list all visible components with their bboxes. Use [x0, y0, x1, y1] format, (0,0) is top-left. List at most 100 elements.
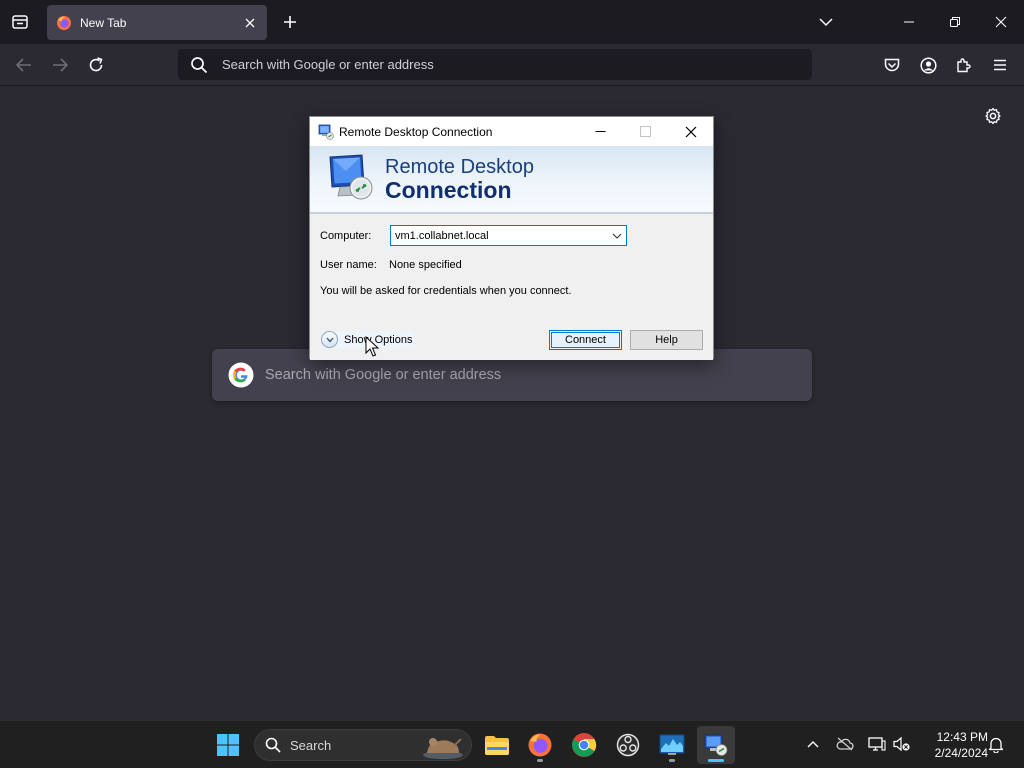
running-indicator [537, 759, 543, 762]
plus-icon [284, 16, 296, 28]
forward-arrow-icon [53, 58, 68, 72]
google-logo-icon [228, 362, 254, 388]
dialog-titlebar[interactable]: Remote Desktop Connection [310, 117, 713, 146]
banner-title-line1: Remote Desktop [385, 156, 534, 178]
forward-button[interactable] [46, 51, 74, 79]
hamburger-menu-icon [994, 59, 1006, 71]
dialog-maximize-button[interactable] [623, 117, 668, 146]
close-window-button[interactable] [987, 8, 1015, 36]
active-indicator [708, 759, 724, 762]
pocket-button[interactable] [878, 51, 906, 79]
volume-tray-button[interactable] [891, 733, 913, 755]
notifications-button[interactable] [985, 733, 1007, 755]
connect-button-label: Connect [565, 334, 606, 346]
taskbar-obs-studio[interactable] [609, 726, 647, 764]
url-bar[interactable]: Search with Google or enter address [178, 49, 812, 80]
connect-button[interactable]: Connect [549, 330, 622, 350]
username-value: None specified [389, 259, 462, 271]
clock-date: 2/24/2024 [934, 746, 988, 760]
obs-icon [616, 733, 640, 757]
folder-icon [485, 736, 509, 755]
back-arrow-icon [16, 58, 31, 72]
close-icon [685, 126, 696, 137]
close-icon [245, 18, 255, 27]
taskbar-resource-monitor[interactable] [653, 726, 691, 764]
tab-close-button[interactable] [240, 13, 260, 33]
newtab-settings-button[interactable] [981, 104, 1005, 128]
dialog-banner: Remote Desktop Connection [310, 146, 713, 214]
computer-label: Computer: [320, 230, 372, 242]
account-icon [919, 56, 937, 74]
taskbar-firefox[interactable] [521, 726, 559, 764]
network-monitor-icon [868, 737, 886, 751]
credentials-info-text: You will be asked for credentials when y… [320, 285, 572, 297]
pocket-icon [884, 58, 900, 71]
dialog-minimize-button[interactable] [578, 117, 623, 146]
taskbar-search[interactable]: Search [254, 729, 472, 761]
restore-window-button[interactable] [941, 8, 969, 36]
taskbar-chrome[interactable] [565, 726, 603, 764]
tab-new-tab[interactable]: New Tab [47, 5, 267, 40]
close-icon [995, 16, 1007, 28]
mouse-cursor-icon [365, 336, 379, 357]
search-highlight-illustration [423, 738, 463, 759]
url-bar-placeholder: Search with Google or enter address [222, 57, 434, 72]
show-hidden-icons-button[interactable] [802, 733, 824, 755]
remote-desktop-app-icon [318, 124, 334, 140]
computer-value: vm1.collabnet.local [395, 229, 489, 242]
firefox-icon [528, 733, 552, 757]
taskbar: Search 12:43 PM 2/24/2024 [0, 720, 1024, 768]
puzzle-icon [957, 58, 971, 73]
network-tray-button[interactable] [866, 733, 888, 755]
remote-desktop-icon [704, 734, 728, 756]
newtab-search-placeholder: Search with Google or enter address [265, 367, 502, 383]
tab-strip: New Tab [0, 0, 1024, 44]
onedrive-tray-button[interactable] [834, 733, 856, 755]
app-menu-button[interactable] [986, 51, 1014, 79]
maximize-icon [640, 126, 651, 137]
new-tab-button[interactable] [279, 11, 301, 33]
back-button[interactable] [10, 51, 38, 79]
combobox-dropdown-button[interactable] [608, 226, 626, 245]
firefox-favicon-icon [57, 15, 71, 30]
dialog-title: Remote Desktop Connection [339, 124, 493, 139]
gear-icon [985, 107, 1001, 125]
reload-icon [89, 57, 103, 72]
list-all-tabs-button[interactable] [815, 11, 837, 33]
expand-chevron-icon [321, 331, 338, 348]
running-indicator [669, 759, 675, 762]
computer-combobox[interactable]: vm1.collabnet.local [390, 225, 627, 246]
extensions-button[interactable] [950, 51, 978, 79]
navigation-toolbar: Search with Google or enter address [0, 44, 1024, 86]
tab-title: New Tab [80, 15, 127, 30]
taskbar-search-label: Search [290, 737, 332, 753]
chevron-down-icon [612, 233, 622, 239]
chrome-icon [572, 733, 597, 757]
minimize-window-button[interactable] [895, 8, 923, 36]
reload-button[interactable] [82, 51, 110, 79]
minimize-icon [904, 21, 914, 23]
resource-monitor-icon [659, 734, 685, 755]
account-button[interactable] [914, 51, 942, 79]
chevron-down-icon [819, 18, 833, 27]
taskbar-file-explorer[interactable] [478, 726, 516, 764]
help-button[interactable]: Help [630, 330, 703, 350]
firefox-view-icon [12, 15, 28, 29]
restore-icon [950, 17, 960, 27]
firefox-view-button[interactable] [6, 8, 34, 36]
dialog-close-button[interactable] [668, 117, 713, 146]
clock-time: 12:43 PM [936, 730, 988, 744]
taskbar-clock[interactable]: 12:43 PM 2/24/2024 [918, 729, 988, 761]
username-label: User name: [320, 259, 377, 271]
rdp-dialog: Remote Desktop Connection Remote Desktop… [309, 116, 714, 360]
windows-logo-icon [217, 734, 239, 756]
search-icon [265, 737, 281, 753]
cloud-offline-icon [836, 737, 854, 751]
start-button[interactable] [209, 726, 247, 764]
minimize-icon [595, 131, 606, 132]
taskbar-remote-desktop[interactable] [697, 726, 735, 764]
bell-icon [988, 737, 1004, 753]
monitor-connection-icon [329, 154, 373, 200]
chevron-up-icon [807, 741, 819, 748]
banner-title-line2: Connection [385, 177, 512, 203]
